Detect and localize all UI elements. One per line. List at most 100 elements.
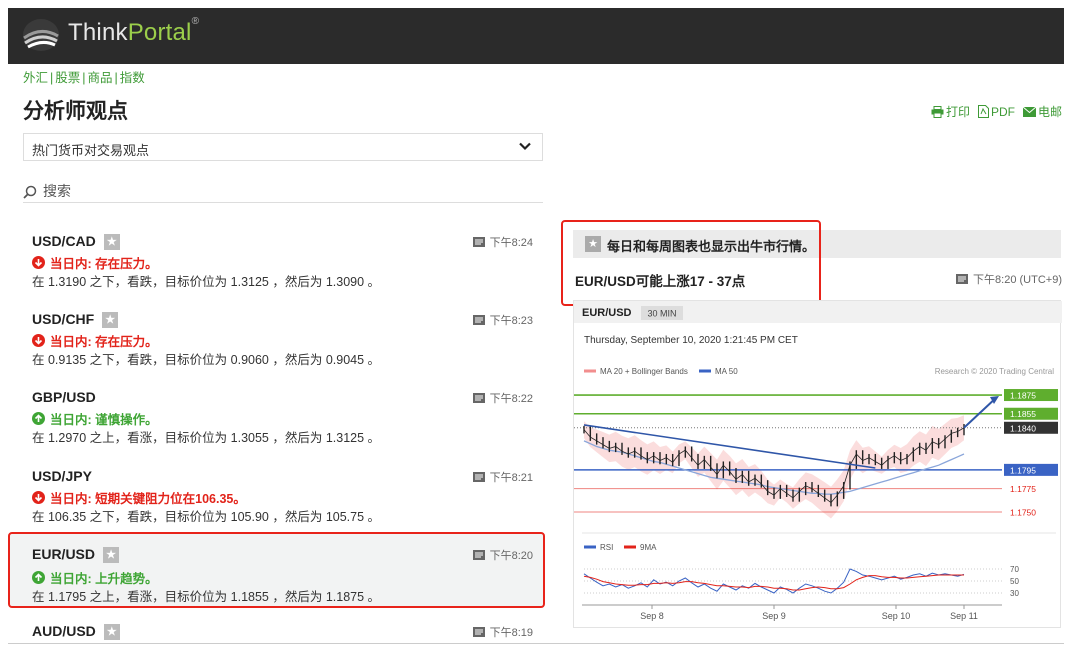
item-time: 下午8:22 [472, 390, 533, 406]
search-icon [23, 186, 37, 199]
rsi-level-label: 30 [1010, 589, 1019, 598]
star-icon[interactable]: ★ [103, 547, 120, 563]
list-item[interactable]: GBP/USD 下午8:22 当日内: 谨慎操作。 在 1.2970 之上，看涨… [8, 386, 545, 464]
nav-link-indices[interactable]: 指数 [120, 71, 145, 85]
search-label: 搜索 [43, 183, 71, 199]
item-status: 当日内: 存在压力。 [50, 335, 158, 349]
arrow-up-icon [32, 571, 45, 584]
list-item[interactable]: USD/CHF ★ 下午8:23 当日内: 存在压力。 在 0.9135 之下，看… [8, 308, 545, 386]
comment-icon [472, 472, 485, 482]
rsi-level-label: 70 [1010, 565, 1019, 574]
star-icon[interactable]: ★ [102, 312, 119, 328]
star-icon[interactable]: ★ [103, 624, 120, 640]
logo-icon [23, 19, 59, 51]
x-tick-label: Sep 8 [640, 611, 664, 621]
nav-link-stocks[interactable]: 股票 [55, 71, 80, 85]
chart-timestamp: Thursday, September 10, 2020 1:21:45 PM … [584, 335, 798, 346]
bollinger-band-area [584, 415, 964, 519]
comment-icon [472, 393, 485, 403]
email-label: 电邮 [1037, 105, 1062, 119]
arrow-down-icon [32, 256, 45, 269]
price-level-label: 1.1855 [1010, 409, 1036, 419]
rsi-level-label: 50 [1010, 577, 1019, 586]
nav-link-forex[interactable]: 外汇 [23, 71, 48, 85]
x-axis-labels: Sep 8 Sep 9 Sep 10 Sep 11 [640, 605, 978, 621]
highlight-annotation-box [561, 220, 821, 306]
comment-icon [956, 274, 969, 284]
item-description: 在 0.9135 之下，看跌，目标价位为 0.9060 ，然后为 0.9045 … [32, 353, 381, 367]
rsi-panel: 70 50 30 [583, 565, 1019, 598]
chevron-down-icon [519, 142, 531, 151]
arrow-up-icon [32, 412, 45, 425]
nav-link-commodities[interactable]: 商品 [88, 71, 113, 85]
envelope-icon [1022, 106, 1036, 117]
legend-bollinger: MA 20 + Bollinger Bands [600, 367, 688, 376]
legend-rsi-ma: 9MA [640, 543, 657, 552]
comment-icon [472, 627, 485, 637]
pair-name: EUR/USD [32, 546, 96, 562]
brand-logo-text[interactable]: ThinkPortal® [68, 16, 200, 47]
x-tick-label: Sep 10 [882, 611, 911, 621]
price-level-label: 1.1775 [1010, 484, 1036, 494]
top-bar: ThinkPortal® [8, 8, 1064, 64]
analysis-time: 下午8:20 (UTC+9) [956, 271, 1062, 287]
item-description: 在 1.1795 之上，看涨，目标价位为 1.1855 ，然后为 1.1875 … [32, 590, 381, 604]
star-icon[interactable]: ★ [103, 234, 120, 250]
nav-separator: | [50, 71, 54, 85]
legend-rsi: RSI [600, 543, 613, 552]
print-label: 打印 [945, 105, 970, 119]
bollinger-band [584, 415, 964, 519]
pdf-file-icon [977, 105, 989, 118]
price-chart[interactable]: EUR/USD 30 MIN Thursday, September 10, 2… [573, 300, 1062, 628]
brand-name-b: Portal [127, 19, 192, 46]
price-level-label: 1.1795 [1010, 465, 1036, 475]
item-status: 当日内: 短期关键阻力位在106.35。 [50, 492, 246, 506]
dropdown-selected-value: 热门货币对交易观点 [32, 143, 150, 158]
printer-icon [931, 105, 944, 118]
comment-icon [472, 237, 485, 247]
brand-name-a: Think [68, 19, 128, 46]
pair-name: USD/CHF [32, 311, 95, 327]
nav-separator: | [114, 71, 118, 85]
chart-interval: 30 MIN [647, 309, 676, 319]
page-title: 分析师观点 [23, 100, 128, 123]
email-button[interactable]: 电邮 [1022, 103, 1062, 120]
pair-name: AUD/USD [32, 623, 96, 639]
list-item[interactable]: AUD/USD ★ 下午8:19 [8, 620, 545, 644]
item-time: 下午8:23 [472, 312, 533, 328]
item-time: 下午8:20 [472, 547, 533, 563]
comment-icon [472, 315, 485, 325]
price-chart-svg: EUR/USD 30 MIN Thursday, September 10, 2… [574, 301, 1062, 621]
search-input[interactable]: 搜索 [23, 181, 543, 203]
item-status: 当日内: 上升趋势。 [50, 572, 158, 586]
x-tick-label: Sep 11 [950, 611, 978, 621]
view-select-dropdown[interactable]: 热门货币对交易观点 [23, 133, 543, 161]
chart-credit: Research © 2020 Trading Central [935, 367, 1055, 376]
item-description: 在 106.35 之下，看跌，目标价位为 105.90 ，然后为 105.75 … [32, 510, 381, 524]
item-time: 下午8:19 [472, 624, 533, 640]
arrow-down-icon [32, 491, 45, 504]
list-item[interactable]: USD/CAD ★ 下午8:24 当日内: 存在压力。 在 1.3190 之下，看… [8, 230, 545, 308]
item-description: 在 1.2970 之上，看涨，目标价位为 1.3055 ，然后为 1.3125 … [32, 431, 381, 445]
item-status: 当日内: 存在压力。 [50, 257, 158, 271]
legend-ma50: MA 50 [715, 367, 738, 376]
registered-mark: ® [191, 16, 200, 27]
item-time: 下午8:24 [472, 234, 533, 250]
pair-name: USD/JPY [32, 468, 92, 484]
pair-name: GBP/USD [32, 389, 96, 405]
footer-divider [8, 643, 1064, 644]
price-level-label: 1.1840 [1010, 423, 1036, 433]
nav-separator: | [82, 71, 86, 85]
print-button[interactable]: 打印 [931, 103, 970, 120]
price-level-label: 1.1875 [1010, 391, 1036, 401]
x-tick-label: Sep 9 [762, 611, 786, 621]
item-status: 当日内: 谨慎操作。 [50, 413, 158, 427]
list-item-selected[interactable]: EUR/USD ★ 下午8:20 当日内: 上升趋势。 在 1.1795 之上，看… [8, 532, 545, 608]
pdf-label: PDF [990, 104, 1015, 119]
pdf-button[interactable]: PDF [977, 104, 1015, 119]
page-actions: 打印 PDF 电邮 [931, 103, 1062, 120]
arrow-down-icon [32, 334, 45, 347]
item-description: 在 1.3190 之下，看跌，目标价位为 1.3125 ，然后为 1.3090 … [32, 275, 381, 289]
comment-icon [472, 550, 485, 560]
item-time: 下午8:21 [472, 469, 533, 485]
